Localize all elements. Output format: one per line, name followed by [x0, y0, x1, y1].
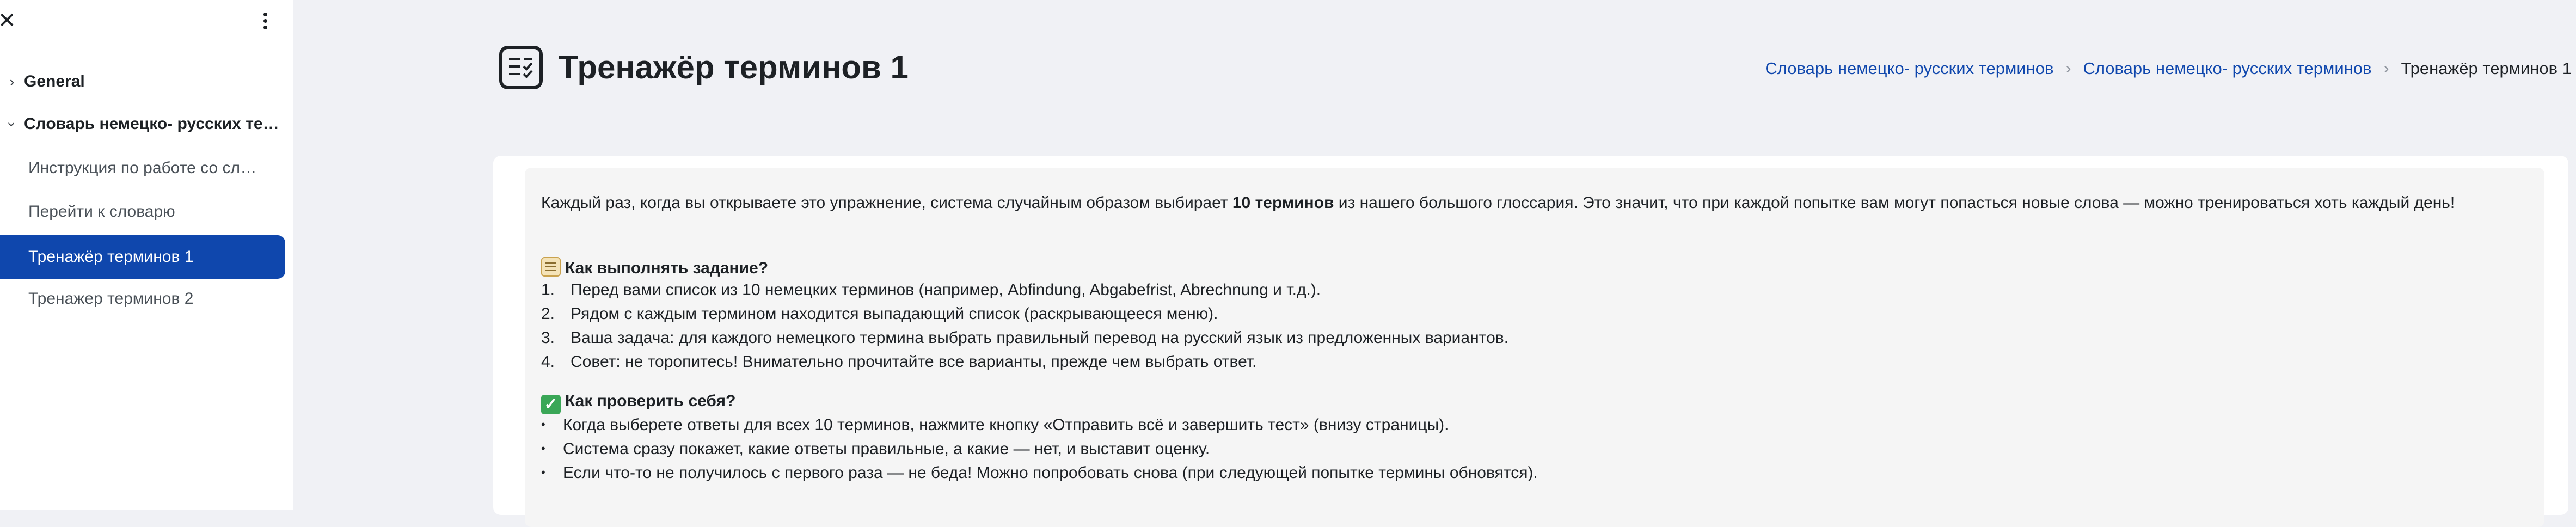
sidebar-section-label: Словарь немецко- русских терминов — [24, 115, 280, 133]
breadcrumb-link[interactable]: Словарь немецко- русских терминов — [1765, 59, 2053, 78]
list-item-text: Если что-то не получилось с первого раза… — [563, 464, 1538, 482]
intro-bold-text: 10 терминов — [1232, 194, 1334, 212]
chevron-right-icon: › — [2383, 59, 2389, 77]
page-title: Тренажёр терминов 1 — [559, 49, 909, 85]
list-item: • Когда выберете ответы для всех 10 терми… — [541, 416, 1449, 434]
memo-emoji — [541, 257, 561, 277]
list-item-text: Совет: не торопитесь! Внимательно прочит… — [571, 353, 1257, 371]
sidebar-item-go-to-dictionary[interactable]: Перейти к словарю — [28, 193, 257, 231]
intro-text: Каждый раз, когда вы открываете это упра… — [541, 194, 1232, 212]
list-item: 2. Рядом с каждым термином находится выпа… — [541, 305, 1218, 323]
bullet: • — [541, 418, 545, 431]
list-item: 1. Перед вами список из 10 немецких терми… — [541, 281, 1321, 299]
sidebar-item-label: Перейти к словарю — [28, 203, 175, 220]
list-item-text: Когда выберете ответы для всех 10 термин… — [563, 416, 1449, 434]
activity-card: Каждый раз, когда вы открываете это упра… — [493, 156, 2568, 527]
list-item-text: Перед вами список из 10 немецких термино… — [571, 281, 1321, 299]
list-number: 2. — [541, 305, 555, 323]
breadcrumb-current: Тренажёр терминов 1 — [2401, 59, 2572, 78]
list-item-text: Ваша задача: для каждого немецкого терми… — [571, 329, 1509, 347]
sidebar-item-trainer-1[interactable]: Тренажёр терминов 1 — [0, 235, 285, 279]
intro-paragraph: Каждый раз, когда вы открываете это упра… — [541, 194, 2455, 212]
bullet: • — [541, 442, 545, 455]
quiz-checklist-icon — [499, 46, 543, 89]
breadcrumb-link[interactable]: Словарь немецко- русских терминов — [2083, 59, 2371, 78]
chevron-down-icon[interactable]: › — [4, 112, 21, 136]
chevron-right-icon[interactable]: › — [0, 73, 24, 90]
activity-description: Каждый раз, когда вы открываете это упра… — [525, 168, 2544, 527]
chevron-right-icon: › — [2065, 59, 2071, 77]
how-to-heading-text: Как выполнять задание? — [565, 259, 769, 277]
breadcrumb: Словарь немецко- русских терминов › Слов… — [1765, 59, 2572, 78]
close-icon[interactable]: ✕ — [0, 9, 16, 33]
self-check-heading: ✓ Как проверить себя? — [541, 392, 735, 414]
bullet: • — [541, 465, 545, 479]
self-check-heading-text: Как проверить себя? — [565, 392, 736, 410]
intro-text: из нашего большого глоссария. Это значит… — [1334, 194, 2455, 212]
check-mark-emoji: ✓ — [541, 395, 561, 414]
how-to-heading: Как выполнять задание? — [541, 257, 768, 278]
sidebar-section-dictionary[interactable]: › Словарь немецко- русских терминов — [0, 108, 293, 140]
list-item: 4. Совет: не торопитесь! Внимательно проч… — [541, 353, 1257, 371]
list-item: • Если что-то не получилось с первого раз… — [541, 464, 1538, 482]
sidebar-item-trainer-2[interactable]: Тренажер терминов 2 — [28, 280, 257, 318]
list-number: 1. — [541, 281, 555, 299]
list-number: 3. — [541, 329, 555, 347]
list-item: • Система сразу покажет, какие ответы пра… — [541, 440, 1210, 458]
kebab-menu-icon[interactable] — [256, 10, 274, 32]
sidebar-item-label: Тренажёр терминов 1 — [28, 248, 194, 266]
list-number: 4. — [541, 353, 555, 371]
list-item: 3. Ваша задача: для каждого немецкого тер… — [541, 329, 1508, 347]
sidebar-item-label: Тренажер терминов 2 — [28, 290, 194, 308]
list-item-text: Система сразу покажет, какие ответы прав… — [563, 440, 1210, 458]
sidebar-item-label: Инструкция по работе со словарем — [28, 159, 257, 177]
sidebar-section-label: General — [24, 72, 85, 90]
sidebar-section-general[interactable]: › General — [0, 65, 293, 98]
sidebar-item-instruction[interactable]: Инструкция по работе со словарем — [28, 149, 257, 187]
course-index-drawer: ✕ › General › Словарь немецко- русских т… — [0, 0, 293, 510]
list-item-text: Рядом с каждым термином находится выпада… — [571, 305, 1218, 323]
